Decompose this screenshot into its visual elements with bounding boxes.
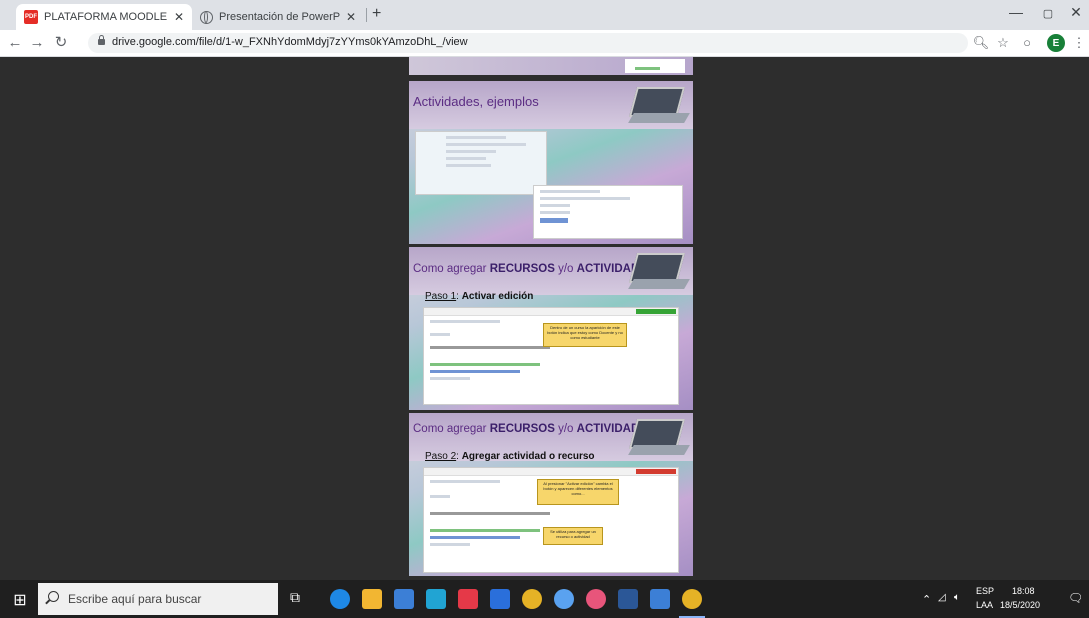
tab-strip: PDF PLATAFORMA MOODLE..pdf - Go ✕ Presen… — [0, 0, 1089, 30]
slide-partial — [409, 57, 693, 75]
slide-title: Como agregar RECURSOS y/o ACTIVIDADES — [413, 423, 655, 435]
pdf-viewer[interactable]: Actividades, ejemplos Como agregar RECUR… — [0, 57, 1089, 580]
mail-icon[interactable] — [490, 589, 510, 609]
forward-arrow-icon[interactable]: → — [28, 34, 46, 52]
step-heading: Paso 1: Activar edición — [425, 291, 534, 302]
screenshot-thumbnail — [423, 307, 679, 405]
new-tab-button[interactable]: + — [372, 5, 381, 23]
close-icon[interactable]: ✕ — [346, 10, 356, 24]
step-heading: Paso 2: Agregar actividad o recurso — [425, 451, 595, 462]
search-icon — [48, 591, 59, 602]
laptop-image — [627, 87, 690, 127]
menu-icon[interactable]: ⋮ — [1070, 35, 1088, 51]
camera-icon[interactable] — [650, 589, 670, 609]
app-l-icon[interactable] — [426, 589, 446, 609]
callout-note: Al presionar "Activar edición" cambia el… — [537, 479, 619, 505]
pdf-icon: PDF — [24, 10, 38, 24]
tray-chevron-icon[interactable]: ⌃ — [922, 593, 931, 606]
slide-footer-logo — [625, 59, 685, 73]
app-m-icon[interactable] — [458, 589, 478, 609]
store-icon[interactable] — [394, 589, 414, 609]
lock-icon — [98, 35, 105, 45]
windows-taskbar: ⊞ Escribe aquí para buscar ⧉ ⌃ ◿ 🔈︎ ESP … — [0, 580, 1089, 618]
tab-title: Presentación de PowerPoint — [219, 11, 340, 23]
windows-start-icon[interactable]: ⊞ — [10, 590, 30, 610]
app-sigma-icon[interactable] — [554, 589, 574, 609]
laptop-image — [627, 253, 690, 293]
task-view-icon[interactable]: ⧉ — [290, 589, 310, 609]
tab-divider — [366, 8, 367, 22]
browser-toolbar: ← → ↻ drive.google.com/file/d/1-w_FXNhYd… — [0, 30, 1089, 57]
notifications-icon[interactable]: 🗨︎ — [1068, 591, 1083, 605]
slide-paso-2: Como agregar RECURSOS y/o ACTIVIDADES Pa… — [409, 413, 693, 576]
tab-pdf[interactable]: PDF PLATAFORMA MOODLE..pdf - Go ✕ — [16, 4, 192, 30]
edge-icon[interactable] — [330, 589, 350, 609]
tab-title: PLATAFORMA MOODLE..pdf - Go — [44, 11, 168, 23]
bookmark-star-icon[interactable]: ☆ — [994, 35, 1012, 51]
address-bar[interactable]: drive.google.com/file/d/1-w_FXNhYdomMdyj… — [88, 33, 968, 53]
minimize-button[interactable]: — — [1006, 4, 1026, 20]
tab-powerpoint[interactable]: Presentación de PowerPoint ✕ — [192, 4, 364, 30]
network-icon[interactable]: ◿ — [938, 592, 946, 603]
url-text: drive.google.com/file/d/1-w_FXNhYdomMdyj… — [112, 36, 468, 48]
callout-note: Se utiliza para agregar un recurso o act… — [543, 527, 603, 545]
slide-title: Actividades, ejemplos — [413, 94, 539, 109]
clock-date[interactable]: 18/5/2020 — [1000, 600, 1040, 610]
zoom-icon[interactable]: 🔍︎ — [972, 35, 990, 51]
file-explorer-icon[interactable] — [362, 589, 382, 609]
reload-icon[interactable]: ↻ — [52, 34, 70, 52]
back-arrow-icon[interactable]: ← — [6, 34, 24, 52]
language-indicator[interactable]: ESP — [976, 586, 994, 596]
chrome-icon[interactable] — [522, 589, 542, 609]
profile-avatar[interactable]: E — [1047, 34, 1065, 52]
maximize-button[interactable]: ▢ — [1038, 7, 1058, 20]
callout-note: Dentro de un curso la aparición de este … — [543, 323, 627, 347]
window-close-button[interactable]: ✕ — [1066, 4, 1086, 21]
desactivar-edicion-button — [636, 469, 676, 474]
laptop-image — [627, 419, 690, 459]
taskbar-search[interactable]: Escribe aquí para buscar — [38, 583, 278, 615]
chrome-icon[interactable] — [682, 589, 702, 609]
slide-actividades: Actividades, ejemplos — [409, 81, 693, 244]
search-placeholder: Escribe aquí para buscar — [68, 592, 202, 606]
music-icon[interactable] — [586, 589, 606, 609]
activar-edicion-button — [636, 309, 676, 314]
clock-time[interactable]: 18:08 — [1012, 586, 1035, 596]
slide-title: Como agregar RECURSOS y/o ACTIVIDADES — [413, 263, 655, 275]
layout-indicator[interactable]: LAA — [976, 600, 993, 610]
screenshot-thumbnail — [415, 131, 547, 195]
slide-paso-1: Como agregar RECURSOS y/o ACTIVIDADES Pa… — [409, 247, 693, 410]
globe-icon — [200, 10, 213, 24]
volume-icon[interactable]: 🔈︎ — [954, 592, 960, 603]
close-icon[interactable]: ✕ — [174, 10, 184, 24]
extension-icon[interactable]: ○ — [1018, 35, 1036, 50]
word-icon[interactable] — [618, 589, 638, 609]
screenshot-thumbnail — [533, 185, 683, 239]
